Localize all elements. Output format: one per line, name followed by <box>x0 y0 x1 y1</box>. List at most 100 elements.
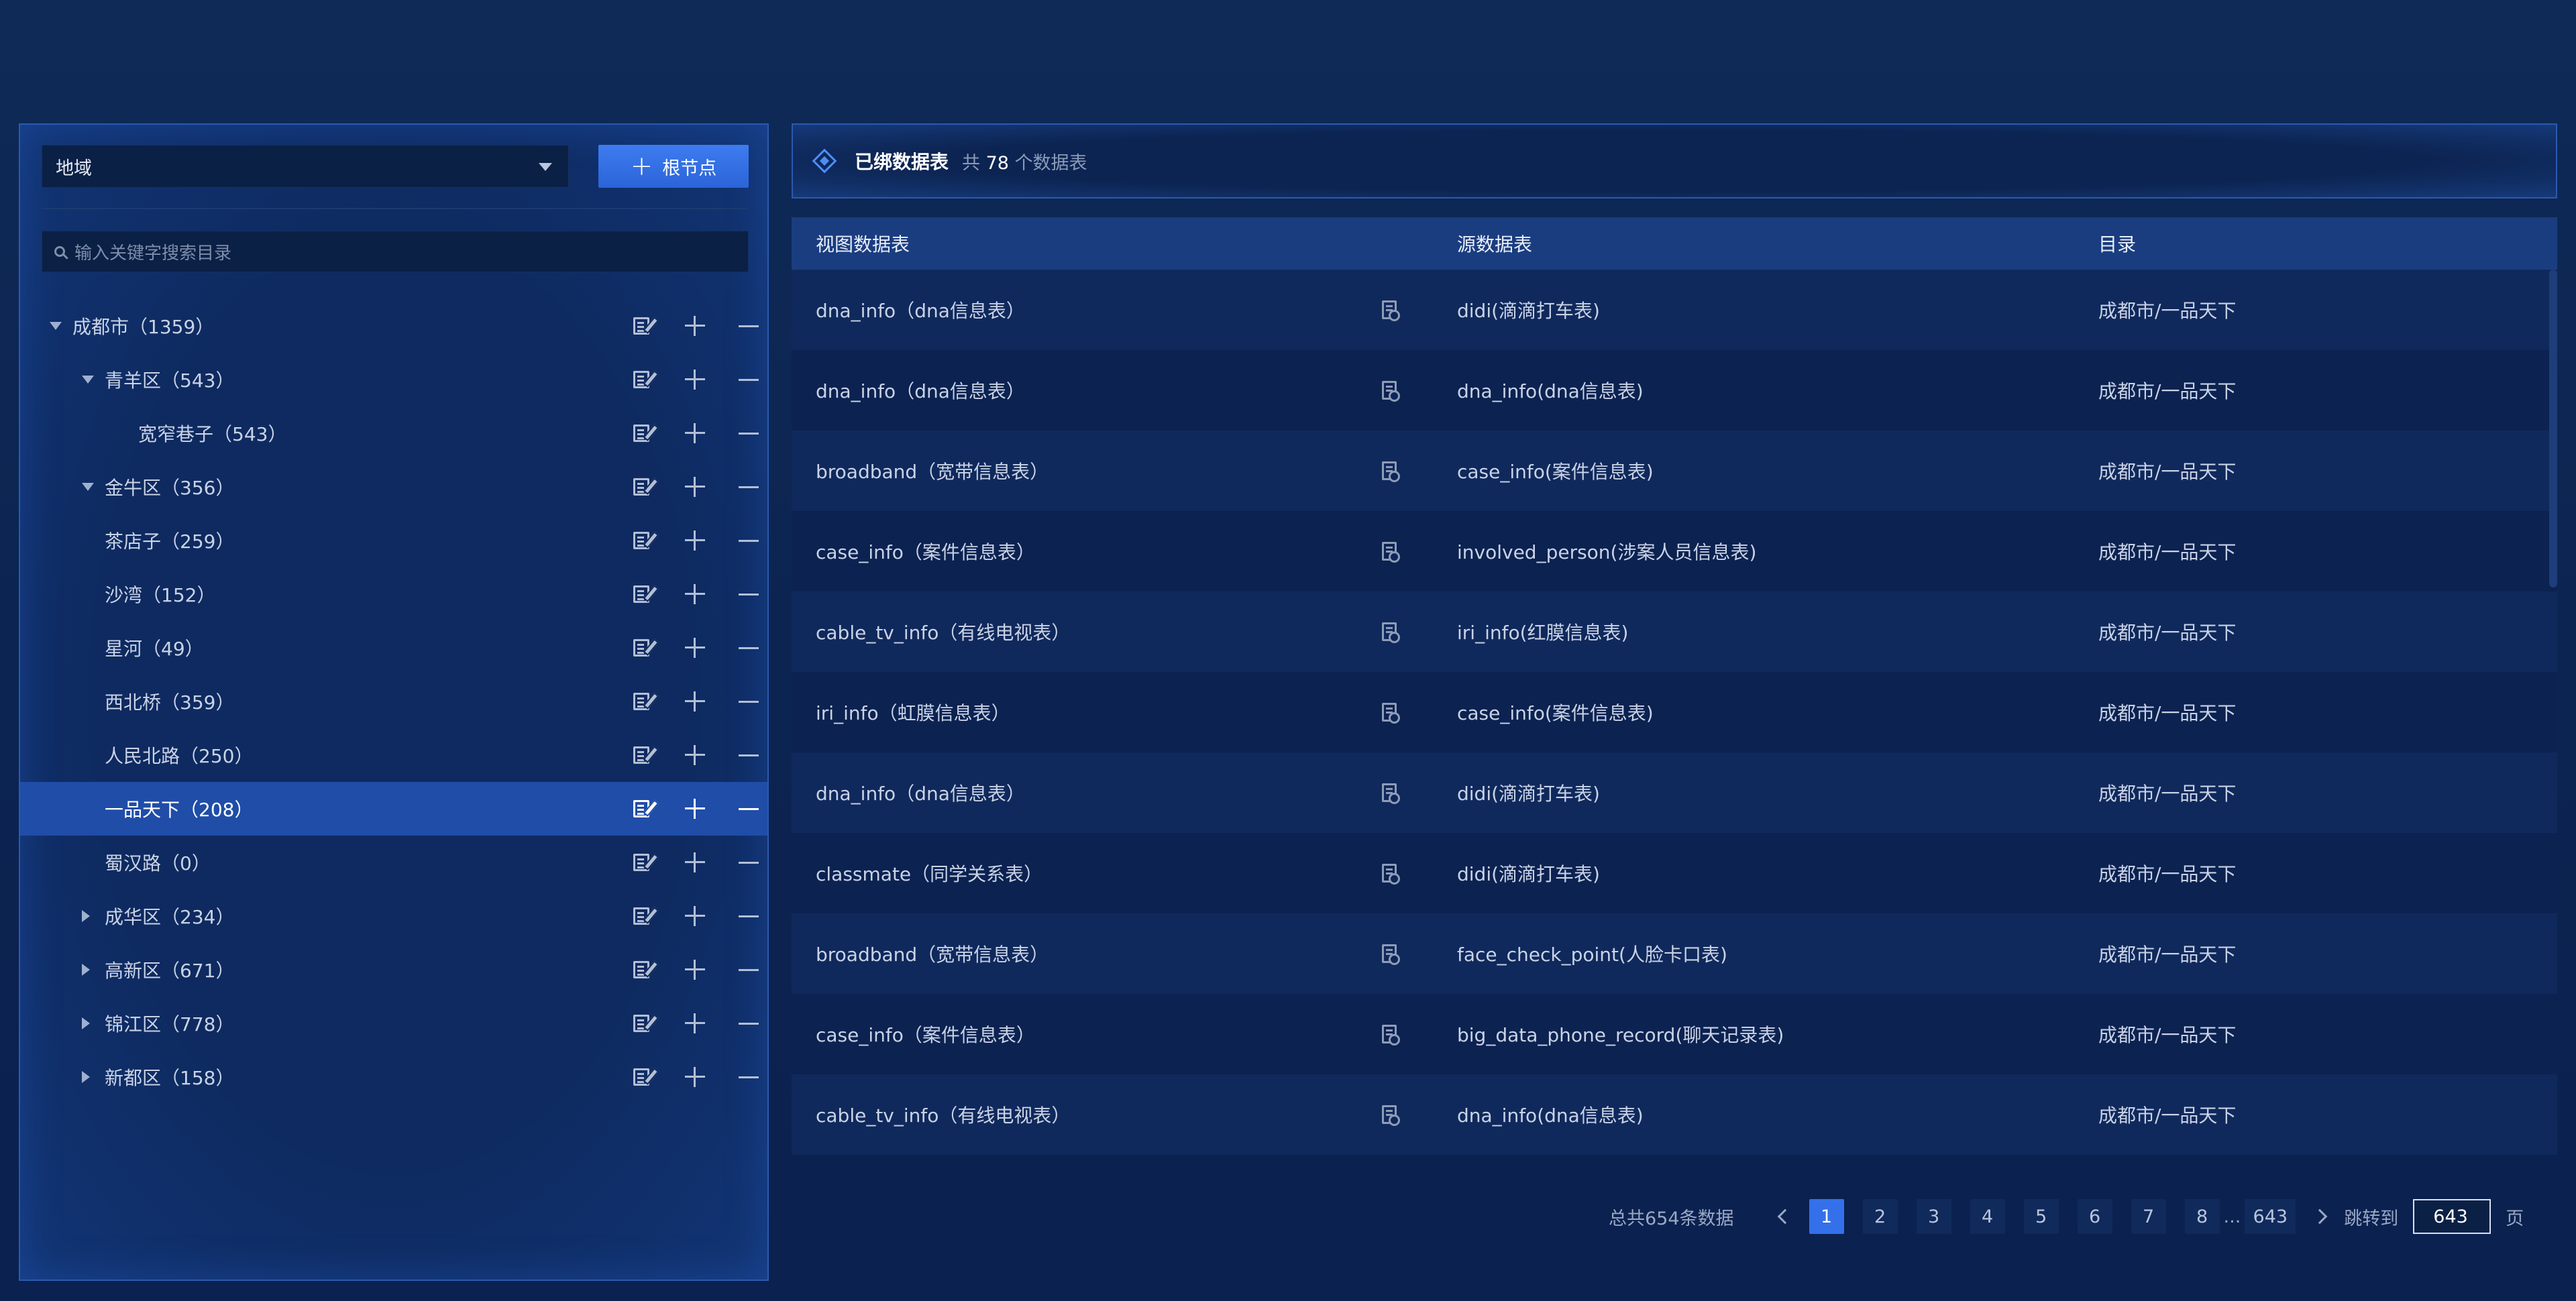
table-row[interactable]: broadband（宽带信息表） case_info(案件信息表) 成都市/一品天下 <box>792 431 2557 511</box>
edit-button[interactable] <box>614 889 668 943</box>
remove-node-button[interactable] <box>722 460 775 514</box>
edit-button[interactable] <box>614 782 668 836</box>
page-button[interactable]: 2 <box>1862 1199 1898 1234</box>
tree-node[interactable]: 新都区（158） <box>20 1050 767 1104</box>
next-page-icon[interactable] <box>2312 1208 2328 1225</box>
edit-button[interactable] <box>614 299 668 353</box>
add-child-button[interactable] <box>668 567 722 621</box>
page-button[interactable]: 5 <box>2023 1199 2059 1234</box>
table-row[interactable]: classmate（同学关系表） didi(滴滴打车表) 成都市/一品天下 <box>792 833 2557 913</box>
add-child-button[interactable] <box>668 621 722 675</box>
remove-node-button[interactable] <box>722 943 775 997</box>
add-child-button[interactable] <box>668 675 722 728</box>
tree-node[interactable]: 宽窄巷子（543） <box>20 406 767 460</box>
remove-node-button[interactable] <box>722 567 775 621</box>
view-doc-icon[interactable] <box>1382 864 1400 885</box>
tree-node[interactable]: 人民北路（250） <box>20 728 767 782</box>
table-row[interactable]: dna_info（dna信息表） didi(滴滴打车表) 成都市/一品天下 <box>792 270 2557 350</box>
add-child-button[interactable] <box>668 460 722 514</box>
page-button[interactable]: 7 <box>2131 1199 2166 1234</box>
tree-node[interactable]: 沙湾（152） <box>20 567 767 621</box>
view-doc-icon[interactable] <box>1382 1105 1400 1126</box>
tree-node[interactable]: 高新区（671） <box>20 943 767 997</box>
view-doc-icon[interactable] <box>1382 381 1400 402</box>
edit-button[interactable] <box>614 943 668 997</box>
add-root-node-button[interactable]: + 根节点 <box>598 145 749 188</box>
remove-node-button[interactable] <box>722 406 775 460</box>
table-row[interactable]: cable_tv_info（有线电视表） dna_info(dna信息表) 成都市/… <box>792 1074 2557 1155</box>
page-button[interactable]: 6 <box>2077 1199 2112 1234</box>
jump-page-input[interactable]: 643 <box>2413 1199 2491 1234</box>
edit-button[interactable] <box>614 460 668 514</box>
page-button[interactable]: 4 <box>1970 1199 2005 1234</box>
tree-node[interactable]: 蜀汉路（0） <box>20 836 767 889</box>
remove-node-button[interactable] <box>722 1050 775 1104</box>
add-child-button[interactable] <box>668 728 722 782</box>
view-doc-icon[interactable] <box>1382 944 1400 965</box>
edit-button[interactable] <box>614 353 668 406</box>
remove-node-button[interactable] <box>722 728 775 782</box>
tree-node[interactable]: 青羊区（543） <box>20 353 767 406</box>
caret-down-icon[interactable] <box>50 322 62 330</box>
edit-button[interactable] <box>614 621 668 675</box>
add-child-button[interactable] <box>668 1050 722 1104</box>
caret-down-icon[interactable] <box>82 483 94 491</box>
add-child-button[interactable] <box>668 889 722 943</box>
add-child-button[interactable] <box>668 406 722 460</box>
region-dropdown[interactable]: 地域 <box>42 145 569 188</box>
last-page-button[interactable]: 643 <box>2245 1199 2296 1234</box>
view-doc-icon[interactable] <box>1382 783 1400 804</box>
remove-node-button[interactable] <box>722 997 775 1050</box>
tree-node[interactable]: 茶店子（259） <box>20 514 767 567</box>
tree-node[interactable]: 一品天下（208） <box>20 782 767 836</box>
catalog-search-input[interactable]: 输入关键字搜索目录 <box>42 231 749 272</box>
remove-node-button[interactable] <box>722 514 775 567</box>
edit-button[interactable] <box>614 567 668 621</box>
add-child-button[interactable] <box>668 943 722 997</box>
remove-node-button[interactable] <box>722 889 775 943</box>
caret-down-icon[interactable] <box>82 376 94 384</box>
page-button[interactable]: 1 <box>1809 1199 1844 1234</box>
edit-button[interactable] <box>614 406 668 460</box>
remove-node-button[interactable] <box>722 299 775 353</box>
table-row[interactable]: case_info（案件信息表） involved_person(涉案人员信息表)… <box>792 511 2557 591</box>
table-row[interactable]: iri_info（虹膜信息表） case_info(案件信息表) 成都市/一品天下 <box>792 672 2557 752</box>
add-child-button[interactable] <box>668 353 722 406</box>
remove-node-button[interactable] <box>722 353 775 406</box>
table-scrollbar[interactable] <box>2549 270 2557 587</box>
caret-right-icon[interactable] <box>82 1071 90 1083</box>
tree-node[interactable]: 锦江区（778） <box>20 997 767 1050</box>
add-child-button[interactable] <box>668 514 722 567</box>
table-row[interactable]: broadband（宽带信息表） face_check_point(人脸卡口表) 成… <box>792 913 2557 994</box>
table-row[interactable]: cable_tv_info（有线电视表） iri_info(红膜信息表) 成都市/一… <box>792 591 2557 672</box>
tree-node[interactable]: 金牛区（356） <box>20 460 767 514</box>
prev-page-icon[interactable] <box>1777 1208 1792 1225</box>
add-child-button[interactable] <box>668 782 722 836</box>
add-child-button[interactable] <box>668 997 722 1050</box>
view-doc-icon[interactable] <box>1382 622 1400 643</box>
view-doc-icon[interactable] <box>1382 703 1400 724</box>
caret-right-icon[interactable] <box>82 1017 90 1029</box>
edit-button[interactable] <box>614 728 668 782</box>
add-child-button[interactable] <box>668 299 722 353</box>
caret-right-icon[interactable] <box>82 910 90 922</box>
edit-button[interactable] <box>614 675 668 728</box>
tree-node[interactable]: 成华区（234） <box>20 889 767 943</box>
edit-button[interactable] <box>614 1050 668 1104</box>
table-row[interactable]: dna_info（dna信息表） dna_info(dna信息表) 成都市/一品天下 <box>792 350 2557 431</box>
edit-button[interactable] <box>614 836 668 889</box>
page-button[interactable]: 3 <box>1916 1199 1951 1234</box>
tree-node[interactable]: 西北桥（359） <box>20 675 767 728</box>
tree-node[interactable]: 成都市（1359） <box>20 299 767 353</box>
page-button[interactable]: 8 <box>2184 1199 2220 1234</box>
remove-node-button[interactable] <box>722 675 775 728</box>
remove-node-button[interactable] <box>722 782 775 836</box>
tree-node[interactable]: 星河（49） <box>20 621 767 675</box>
edit-button[interactable] <box>614 997 668 1050</box>
view-doc-icon[interactable] <box>1382 1025 1400 1045</box>
table-row[interactable]: case_info（案件信息表） big_data_phone_record(聊天… <box>792 994 2557 1074</box>
caret-right-icon[interactable] <box>82 964 90 976</box>
table-row[interactable]: dna_info（dna信息表） didi(滴滴打车表) 成都市/一品天下 <box>792 752 2557 833</box>
view-doc-icon[interactable] <box>1382 300 1400 321</box>
add-child-button[interactable] <box>668 836 722 889</box>
